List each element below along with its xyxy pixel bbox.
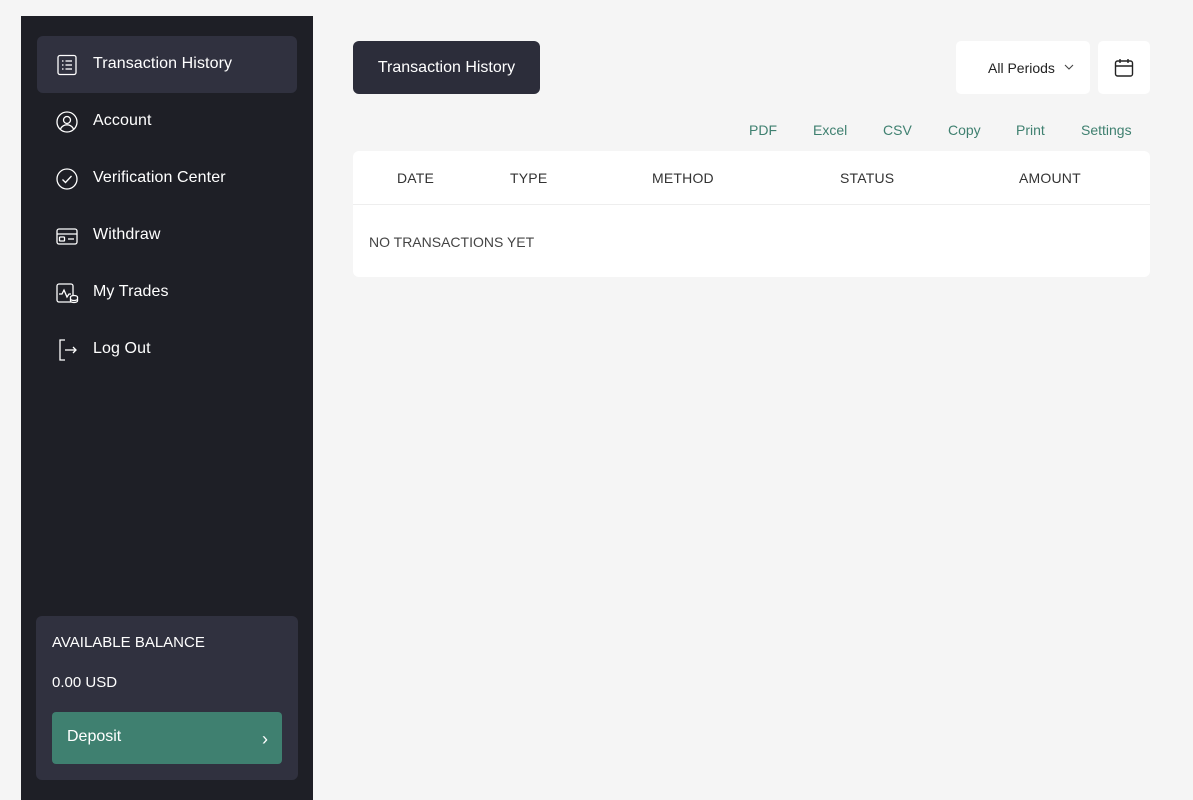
logout-icon bbox=[59, 338, 77, 361]
wallet-icon bbox=[56, 227, 78, 245]
column-header-status[interactable]: STATUS bbox=[840, 170, 894, 186]
sidebar-item-label: Transaction History bbox=[93, 54, 233, 72]
user-circle-icon bbox=[56, 110, 78, 133]
sidebar-item-withdraw[interactable]: Withdraw bbox=[37, 207, 297, 264]
transactions-table: DATE TYPE METHOD STATUS AMOUNT NO TRANSA… bbox=[353, 151, 1150, 277]
sidebar-item-verification-center[interactable]: Verification Center bbox=[37, 150, 297, 207]
settings-button[interactable]: Settings bbox=[1081, 122, 1132, 138]
copy-button[interactable]: Copy bbox=[948, 122, 981, 138]
sidebar-item-label: Account bbox=[93, 111, 152, 129]
sidebar-item-label: Verification Center bbox=[93, 168, 226, 186]
balance-card: AVAILABLE BALANCE 0.00 USD Deposit › bbox=[36, 616, 298, 780]
period-select-value: All Periods bbox=[988, 60, 1055, 76]
check-circle-icon bbox=[56, 167, 78, 190]
column-header-type[interactable]: TYPE bbox=[510, 170, 547, 186]
chevron-down-icon bbox=[1064, 64, 1074, 70]
sidebar-item-transaction-history[interactable]: Transaction History bbox=[37, 36, 297, 93]
export-csv-button[interactable]: CSV bbox=[883, 122, 912, 138]
sidebar-item-label: My Trades bbox=[93, 282, 169, 300]
chevron-right-icon: › bbox=[262, 729, 268, 749]
period-select[interactable]: All Periods bbox=[956, 41, 1090, 94]
export-pdf-button[interactable]: PDF bbox=[749, 122, 777, 138]
sidebar-item-log-out[interactable]: Log Out bbox=[37, 321, 297, 378]
deposit-button[interactable]: Deposit › bbox=[52, 712, 282, 764]
empty-state-message: NO TRANSACTIONS YET bbox=[369, 234, 535, 250]
deposit-label: Deposit bbox=[67, 728, 122, 745]
balance-title: AVAILABLE BALANCE bbox=[52, 634, 205, 651]
divider bbox=[353, 204, 1150, 205]
column-header-date[interactable]: DATE bbox=[397, 170, 434, 186]
list-icon bbox=[57, 54, 77, 75]
column-header-amount[interactable]: AMOUNT bbox=[1019, 170, 1081, 186]
sidebar-item-my-trades[interactable]: My Trades bbox=[37, 264, 297, 321]
sidebar-item-label: Log Out bbox=[93, 339, 151, 357]
page-title[interactable]: Transaction History bbox=[353, 41, 540, 94]
sidebar: Transaction History Account Verification… bbox=[21, 16, 313, 800]
balance-value: 0.00 USD bbox=[52, 674, 118, 691]
export-excel-button[interactable]: Excel bbox=[813, 122, 847, 138]
trades-icon bbox=[56, 282, 79, 303]
calendar-button[interactable] bbox=[1098, 41, 1150, 94]
print-button[interactable]: Print bbox=[1016, 122, 1045, 138]
sidebar-item-account[interactable]: Account bbox=[37, 93, 297, 150]
calendar-icon bbox=[1114, 59, 1134, 77]
column-header-method[interactable]: METHOD bbox=[652, 170, 714, 186]
sidebar-item-label: Withdraw bbox=[93, 225, 161, 243]
